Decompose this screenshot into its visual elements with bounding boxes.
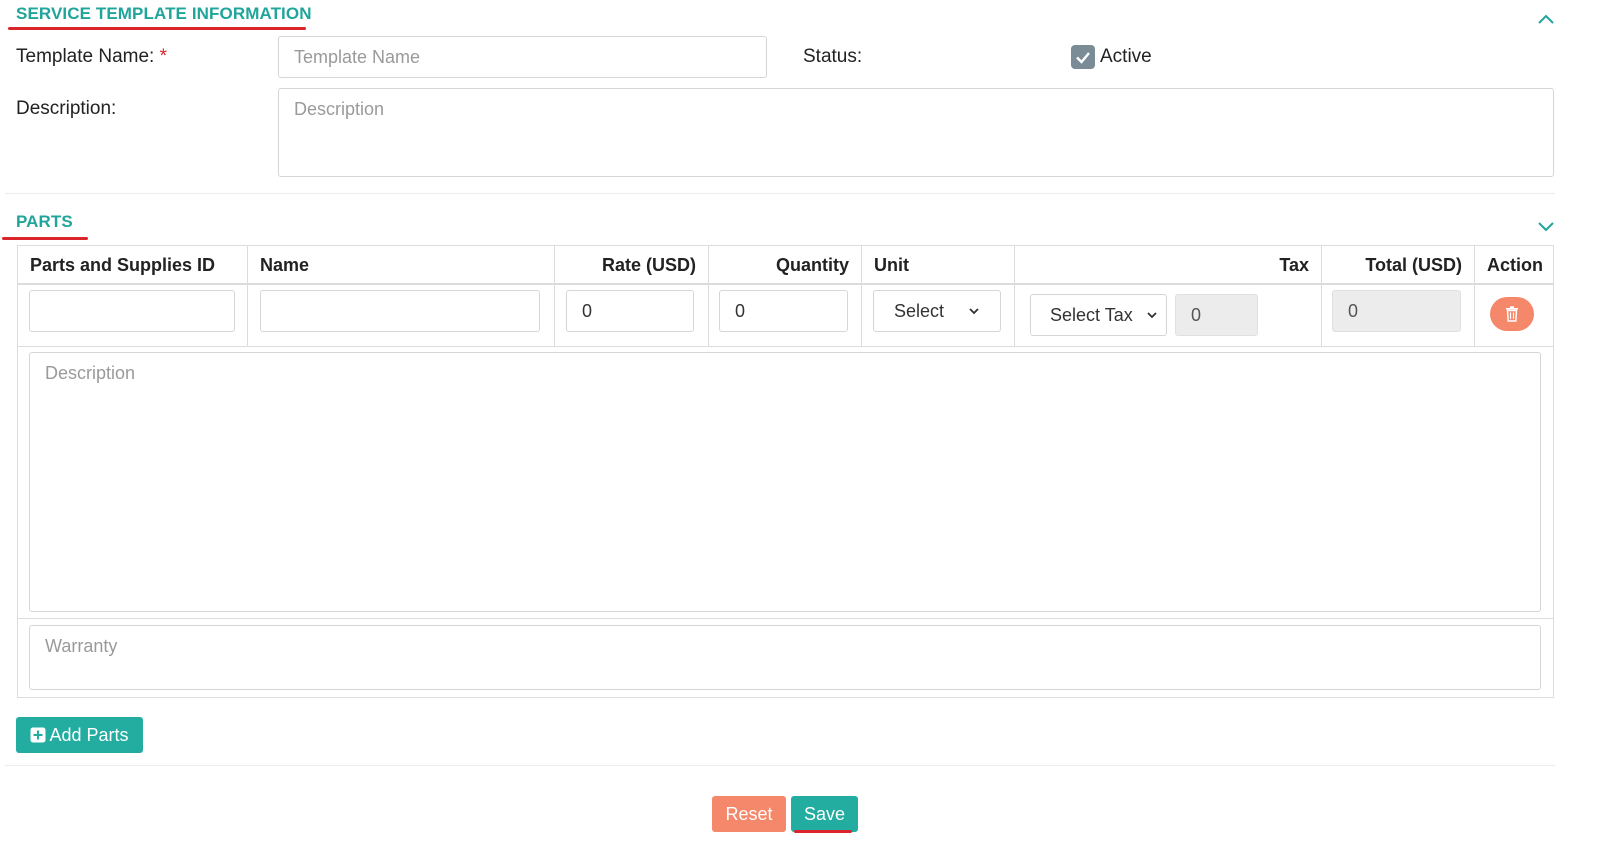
section-divider	[5, 193, 1555, 194]
checkmark-icon	[1076, 52, 1090, 64]
status-label: Status:	[803, 46, 863, 67]
chevron-down-icon[interactable]	[1536, 216, 1556, 236]
template-name-input[interactable]	[278, 36, 767, 78]
column-header-action: Action	[1487, 255, 1543, 275]
column-header-parts-id: Parts and Supplies ID	[18, 246, 248, 284]
template-description-textarea[interactable]	[278, 88, 1554, 177]
description-divider	[18, 618, 1553, 619]
add-parts-label: Add Parts	[49, 724, 129, 745]
add-parts-button[interactable]: Add Parts	[16, 717, 143, 753]
active-label: Active	[1100, 46, 1152, 67]
template-name-label: Template Name: *	[16, 46, 167, 68]
parts-section-title: PARTS	[16, 212, 73, 231]
active-checkbox[interactable]	[1071, 45, 1095, 69]
quantity-input[interactable]	[719, 290, 848, 332]
column-header-total: Total (USD)	[1322, 246, 1475, 284]
reset-button[interactable]: Reset	[712, 796, 786, 832]
service-template-section-title: SERVICE TEMPLATE INFORMATION	[16, 4, 312, 23]
column-header-tax: Tax	[1015, 246, 1322, 284]
part-name-input[interactable]	[260, 290, 540, 332]
column-header-rate: Rate (USD)	[555, 246, 709, 284]
row-divider	[18, 346, 1553, 347]
parts-annotation-underline	[2, 237, 88, 240]
required-marker: *	[159, 46, 168, 67]
footer-divider	[5, 765, 1555, 766]
unit-select-value: Select	[894, 300, 945, 321]
tax-select[interactable]: Select Tax	[1030, 294, 1167, 336]
chevron-down-icon	[969, 308, 979, 315]
description-label: Description:	[16, 98, 117, 119]
column-header-unit: Unit	[862, 246, 1015, 284]
part-description-textarea[interactable]	[29, 352, 1541, 612]
total-field	[1332, 290, 1461, 332]
chevron-up-icon[interactable]	[1536, 9, 1556, 29]
parts-id-input[interactable]	[29, 290, 235, 332]
unit-select[interactable]: Select	[873, 290, 1001, 332]
column-header-name: Name	[248, 246, 555, 284]
save-annotation-underline	[794, 830, 852, 833]
rate-input[interactable]	[566, 290, 694, 332]
warranty-textarea[interactable]	[29, 625, 1541, 690]
chevron-down-icon	[1147, 312, 1157, 319]
title-annotation-underline	[8, 27, 306, 30]
plus-square-icon	[30, 727, 46, 743]
trash-icon	[1506, 306, 1518, 322]
delete-row-button[interactable]	[1490, 297, 1534, 331]
tax-amount-field	[1175, 294, 1258, 336]
tax-select-value: Select Tax	[1050, 304, 1133, 325]
save-button[interactable]: Save	[791, 796, 858, 832]
template-name-label-text: Template Name:	[16, 46, 155, 67]
column-header-quantity: Quantity	[709, 246, 862, 284]
